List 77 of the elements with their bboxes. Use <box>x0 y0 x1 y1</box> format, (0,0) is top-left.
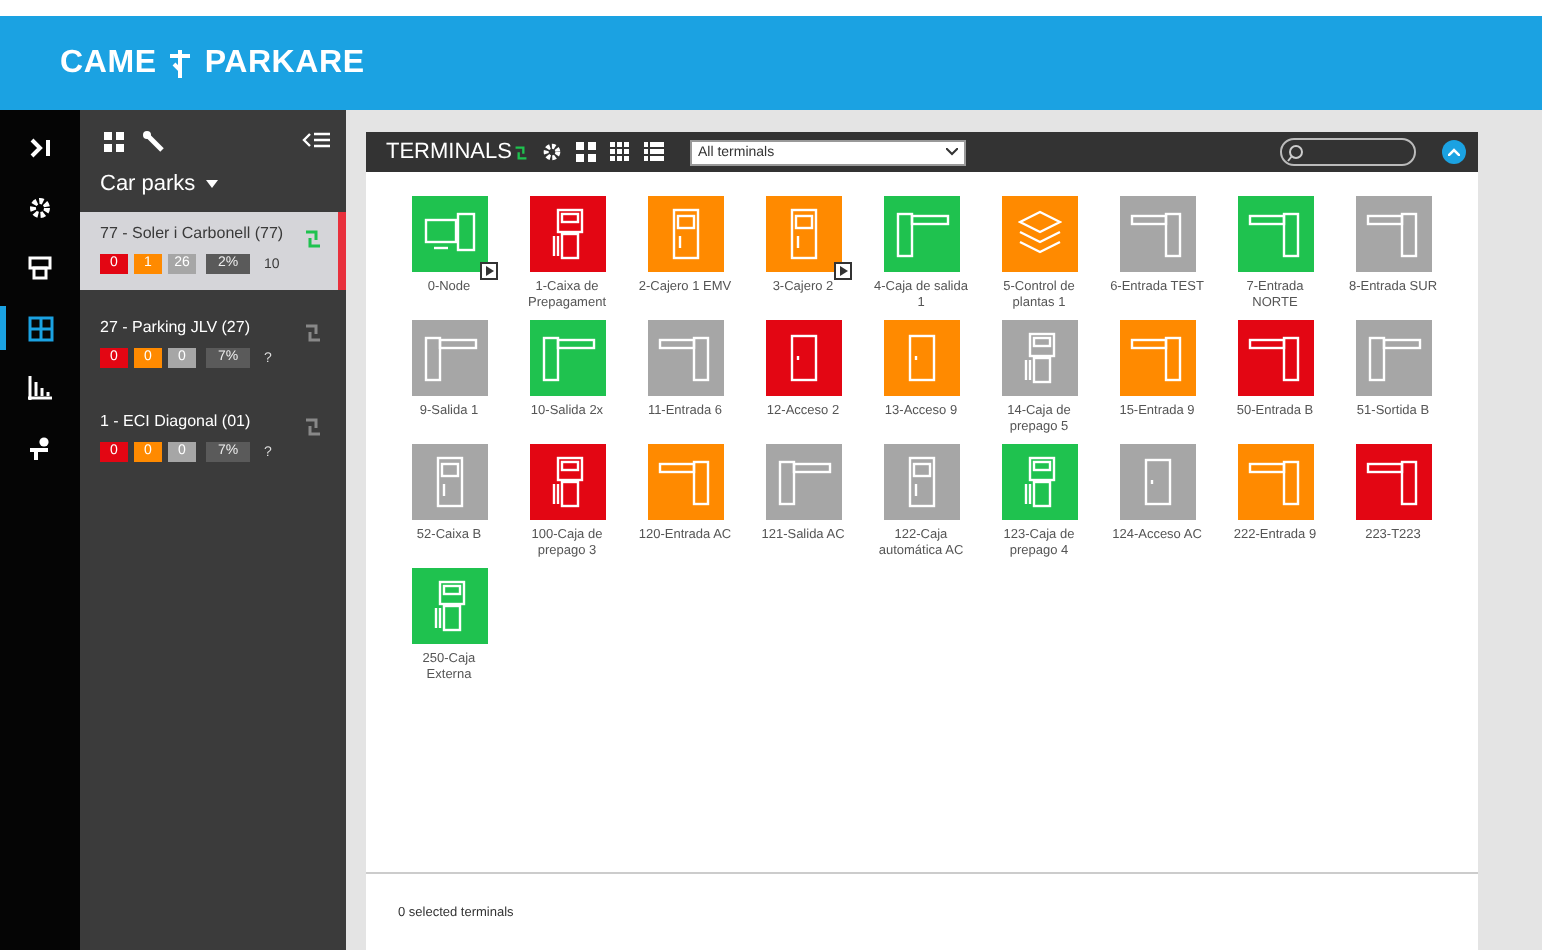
search-icon <box>1286 143 1304 161</box>
terminal-tile[interactable] <box>411 320 487 396</box>
kiosk-icon <box>907 456 935 508</box>
terminal-tile[interactable] <box>1237 444 1313 520</box>
car-park-name: 27 - Parking JLV (27) <box>100 316 250 338</box>
terminal-tile[interactable] <box>411 568 487 644</box>
barrier-icon <box>1247 334 1303 382</box>
kiosk-icon <box>671 208 699 260</box>
barrier-icon <box>893 210 949 258</box>
terminal-tile[interactable] <box>1237 320 1313 396</box>
terminal-tile[interactable] <box>1001 196 1077 272</box>
barrier-icon <box>539 334 595 382</box>
terminal-tile[interactable] <box>1355 320 1431 396</box>
terminal-tile[interactable] <box>529 320 605 396</box>
barrier-icon <box>1365 334 1421 382</box>
barrier-icon <box>421 334 477 382</box>
door-icon <box>1143 458 1171 506</box>
terminal-tile[interactable] <box>1119 320 1195 396</box>
panel-title: TERMINALS <box>386 140 512 164</box>
car-parks-dropdown[interactable]: Car parks <box>80 160 346 212</box>
bar-chart-icon <box>28 376 52 400</box>
kiosk-icon <box>435 456 463 508</box>
terminal-tile[interactable] <box>883 444 959 520</box>
barrier-icon <box>657 334 713 382</box>
barrier-icon <box>775 458 831 506</box>
caret-icon <box>205 180 218 188</box>
small-tiles-icon[interactable] <box>609 142 630 162</box>
barrier-icon <box>1129 334 1185 382</box>
tiles-icon <box>104 131 126 151</box>
terminal-tile[interactable] <box>883 196 959 272</box>
barrier-icon <box>1247 458 1303 506</box>
search-field[interactable] <box>1280 138 1416 166</box>
terminal-tile[interactable] <box>529 444 605 520</box>
barrier-icon <box>1365 210 1421 258</box>
terminal-tile[interactable] <box>647 320 723 396</box>
terminal-tile[interactable] <box>1355 444 1431 520</box>
barrier-icon <box>1365 458 1421 506</box>
terminal-tile[interactable] <box>647 196 723 272</box>
terminal-tile[interactable] <box>411 444 487 520</box>
terminal-tile[interactable] <box>1119 196 1195 272</box>
large-tiles-icon[interactable] <box>575 142 596 162</box>
car-park-name: 77 - Soler i Carbonell (77) <box>100 222 284 244</box>
terminal-tile[interactable] <box>765 444 841 520</box>
chevron-down-icon <box>945 148 958 156</box>
settings-icon[interactable] <box>541 142 562 162</box>
logo-icon <box>168 49 193 77</box>
kiosk-icon <box>789 208 817 260</box>
collapse-button[interactable] <box>1442 140 1466 164</box>
terminal-tile[interactable] <box>765 320 841 396</box>
terminal-tile[interactable] <box>1001 444 1077 520</box>
list-icon[interactable] <box>643 142 664 162</box>
chevron-up-icon <box>1448 148 1460 156</box>
door-icon <box>907 334 935 382</box>
terminal-tile[interactable] <box>765 196 841 272</box>
terminal-tile[interactable] <box>647 444 723 520</box>
computer-icon <box>423 212 475 256</box>
settings-icon <box>28 196 52 220</box>
brand-name: CAME <box>60 45 157 81</box>
wrench-icon <box>142 130 164 152</box>
barrier-icon <box>1247 210 1303 258</box>
terminal-tile[interactable] <box>883 320 959 396</box>
car-park-name: 1 - ECI Diagonal (01) <box>100 410 251 432</box>
terminal-tile[interactable] <box>1001 320 1077 396</box>
grid-icon <box>27 315 53 341</box>
terminal-tile[interactable] <box>1237 196 1313 272</box>
brand-name: PARKARE <box>204 45 365 81</box>
layers-icon <box>1017 210 1061 258</box>
terminal-tile[interactable] <box>411 196 487 272</box>
terminal-tile[interactable] <box>1119 444 1195 520</box>
collapse-menu-icon[interactable] <box>302 132 330 150</box>
terminal-tile[interactable] <box>1355 196 1431 272</box>
terminal-tile[interactable] <box>529 196 605 272</box>
barrier-icon <box>657 458 713 506</box>
sync-icon <box>513 145 528 159</box>
expand-icon <box>28 138 52 158</box>
barrier-icon <box>1129 210 1185 258</box>
door-icon <box>789 334 817 382</box>
